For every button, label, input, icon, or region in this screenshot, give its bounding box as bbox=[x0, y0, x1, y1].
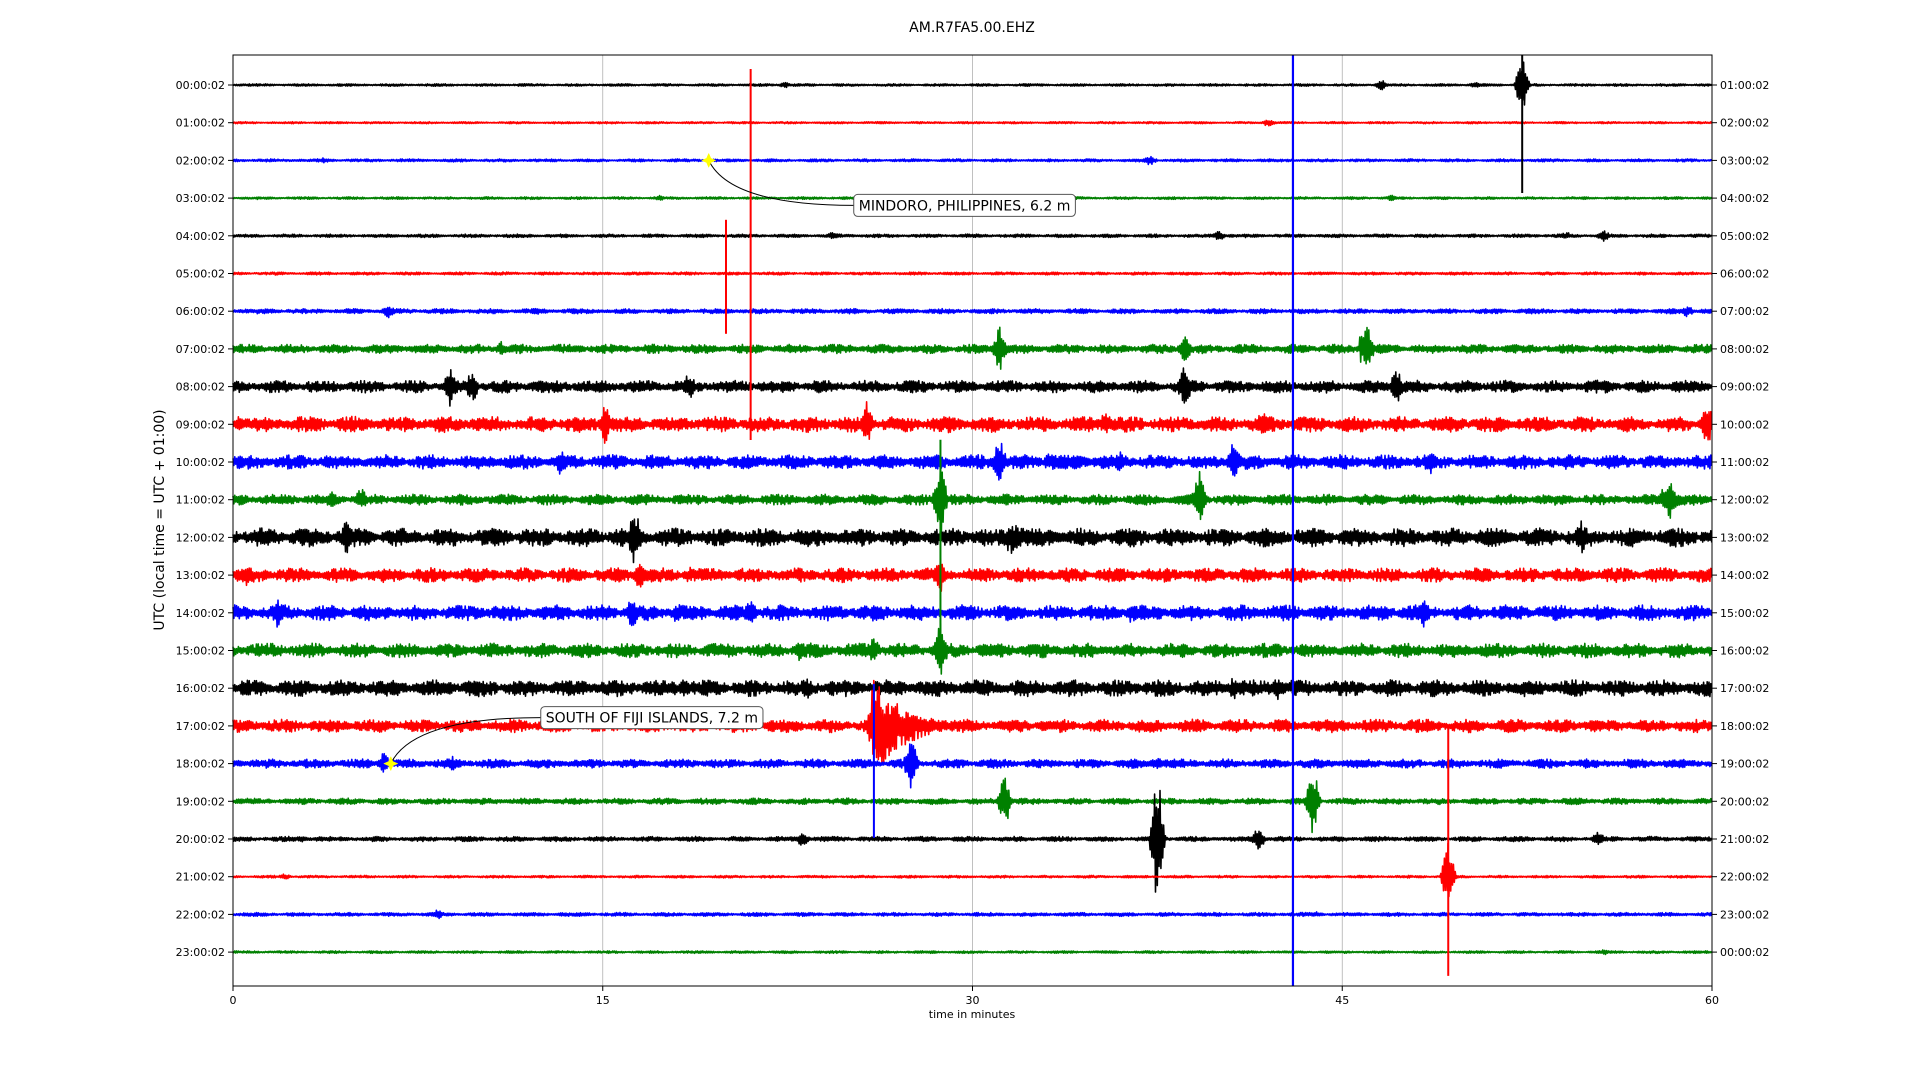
y-tick-right-label: 09:00:02 bbox=[1720, 381, 1769, 394]
x-tick-label: 60 bbox=[1705, 994, 1719, 1007]
y-tick-left-label: 00:00:02 bbox=[176, 79, 225, 92]
y-tick-left-label: 02:00:02 bbox=[176, 154, 225, 167]
y-axis-left-ticks: 00:00:02 01:00:02 02:00:02 03:00:02 04:00:02… bbox=[176, 79, 233, 959]
y-axis-right-ticks: 01:00:02 02:00:02 03:00:02 04:00:02 05:00:02… bbox=[1712, 79, 1769, 959]
y-tick-right-label: 18:00:02 bbox=[1720, 720, 1769, 733]
y-tick-right-label: 10:00:02 bbox=[1720, 418, 1769, 431]
chart-title: AM.R7FA5.00.EHZ bbox=[909, 20, 1035, 36]
x-axis-label: time in minutes bbox=[929, 1008, 1016, 1021]
y-tick-right-label: 04:00:02 bbox=[1720, 192, 1769, 205]
y-tick-right-label: 12:00:02 bbox=[1720, 494, 1769, 507]
y-tick-left-label: 04:00:02 bbox=[176, 230, 225, 243]
y-tick-right-label: 16:00:02 bbox=[1720, 645, 1769, 658]
y-tick-left-label: 07:00:02 bbox=[176, 343, 225, 356]
y-tick-left-label: 09:00:02 bbox=[176, 418, 225, 431]
y-tick-right-label: 15:00:02 bbox=[1720, 607, 1769, 620]
y-tick-right-label: 03:00:02 bbox=[1720, 154, 1769, 167]
y-tick-right-label: 21:00:02 bbox=[1720, 833, 1769, 846]
event-marker-star bbox=[701, 152, 717, 169]
y-tick-right-label: 07:00:02 bbox=[1720, 305, 1769, 318]
y-axis-label: UTC (local time = UTC + 01:00) bbox=[152, 409, 168, 630]
y-tick-left-label: 11:00:02 bbox=[176, 494, 225, 507]
y-tick-left-label: 18:00:02 bbox=[176, 758, 225, 771]
y-tick-right-label: 19:00:02 bbox=[1720, 758, 1769, 771]
y-tick-right-label: 22:00:02 bbox=[1720, 871, 1769, 884]
y-tick-left-label: 08:00:02 bbox=[176, 381, 225, 394]
y-tick-right-label: 11:00:02 bbox=[1720, 456, 1769, 469]
y-tick-left-label: 01:00:02 bbox=[176, 117, 225, 130]
annotation-0: MINDORO, PHILIPPINES, 6.2 m bbox=[701, 152, 1076, 217]
y-tick-left-label: 10:00:02 bbox=[176, 456, 225, 469]
seismogram-plot: AM.R7FA5.00.EHZ MINDORO, PHILIPPINES, 6.… bbox=[152, 20, 1769, 1021]
x-axis-ticks: 0 15 30 45 60 bbox=[230, 986, 1719, 1007]
y-tick-left-label: 05:00:02 bbox=[176, 268, 225, 281]
y-tick-left-label: 23:00:02 bbox=[176, 946, 225, 959]
y-tick-right-label: 23:00:02 bbox=[1720, 908, 1769, 921]
y-tick-right-label: 20:00:02 bbox=[1720, 795, 1769, 808]
y-tick-left-label: 06:00:02 bbox=[176, 305, 225, 318]
y-tick-right-label: 17:00:02 bbox=[1720, 682, 1769, 695]
y-tick-left-label: 16:00:02 bbox=[176, 682, 225, 695]
y-tick-right-label: 06:00:02 bbox=[1720, 268, 1769, 281]
annotation-label: MINDORO, PHILIPPINES, 6.2 m bbox=[859, 198, 1071, 214]
y-tick-right-label: 01:00:02 bbox=[1720, 79, 1769, 92]
y-tick-left-label: 14:00:02 bbox=[176, 607, 225, 620]
x-tick-label: 15 bbox=[596, 994, 610, 1007]
y-tick-left-label: 17:00:02 bbox=[176, 720, 225, 733]
x-tick-label: 30 bbox=[966, 994, 980, 1007]
y-tick-left-label: 22:00:02 bbox=[176, 908, 225, 921]
y-tick-right-label: 05:00:02 bbox=[1720, 230, 1769, 243]
y-tick-left-label: 21:00:02 bbox=[176, 871, 225, 884]
y-tick-left-label: 20:00:02 bbox=[176, 833, 225, 846]
y-tick-left-label: 15:00:02 bbox=[176, 645, 225, 658]
x-tick-label: 0 bbox=[230, 994, 237, 1007]
y-tick-left-label: 03:00:02 bbox=[176, 192, 225, 205]
y-tick-right-label: 08:00:02 bbox=[1720, 343, 1769, 356]
y-tick-right-label: 02:00:02 bbox=[1720, 117, 1769, 130]
y-tick-right-label: 13:00:02 bbox=[1720, 531, 1769, 544]
annotation-label: SOUTH OF FIJI ISLANDS, 7.2 m bbox=[546, 711, 758, 727]
y-tick-left-label: 13:00:02 bbox=[176, 569, 225, 582]
y-tick-right-label: 00:00:02 bbox=[1720, 946, 1769, 959]
x-tick-label: 45 bbox=[1335, 994, 1349, 1007]
y-tick-right-label: 14:00:02 bbox=[1720, 569, 1769, 582]
trace-row-5 bbox=[232, 271, 1713, 276]
y-tick-left-label: 19:00:02 bbox=[176, 795, 225, 808]
y-tick-left-label: 12:00:02 bbox=[176, 531, 225, 544]
